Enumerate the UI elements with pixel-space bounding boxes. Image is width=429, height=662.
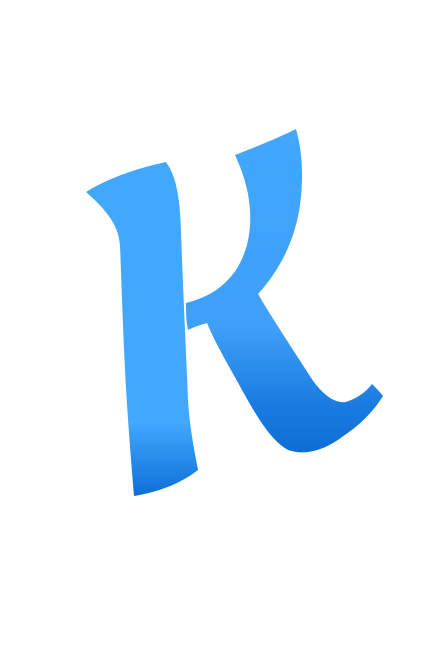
canvas [0,0,429,662]
k-stem-shape [86,162,198,496]
k-logo-icon [86,129,383,496]
k-arm-shape [186,129,383,453]
